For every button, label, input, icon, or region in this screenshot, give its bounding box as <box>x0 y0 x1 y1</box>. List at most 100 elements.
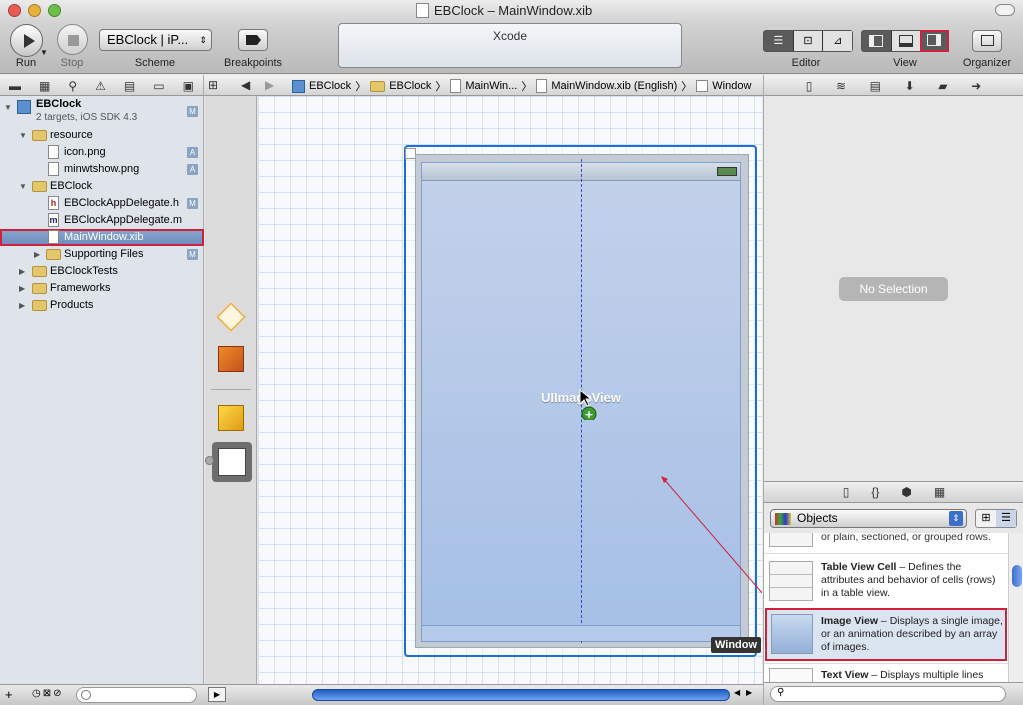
first-responder-icon[interactable] <box>218 346 244 372</box>
log-navigator-icon[interactable]: ▣ <box>183 79 194 93</box>
library-search-field[interactable]: ⚲ <box>770 686 1006 702</box>
breadcrumb-window[interactable]: Window <box>712 80 751 92</box>
breakpoint-navigator-icon[interactable]: ▭ <box>153 79 164 93</box>
image-file-icon <box>48 162 59 176</box>
scheme-popup[interactable]: EBClock | iP... ⇕ <box>99 29 212 51</box>
version-editor-button[interactable]: ⊿ <box>823 31 853 51</box>
breadcrumb-group[interactable]: EBClock <box>389 80 431 92</box>
xib-file-icon <box>416 3 429 18</box>
disclosure-closed-icon[interactable]: ▶ <box>19 263 25 280</box>
attributes-inspector-icon[interactable]: ⬇ <box>905 79 915 93</box>
window-icon <box>696 80 709 92</box>
add-icon[interactable]: + <box>5 687 13 702</box>
file-templates-icon[interactable]: ▯ <box>843 485 850 499</box>
assistant-editor-button[interactable]: ⊡ <box>793 31 824 51</box>
forward-arrow-icon[interactable]: ▶ <box>265 78 274 92</box>
nav-item-frameworks[interactable]: ▶ Frameworks <box>0 280 204 297</box>
library-popup[interactable]: Objects ⇕ <box>770 509 967 528</box>
nav-item-ebclocktests[interactable]: ▶ EBClockTests <box>0 263 204 280</box>
library-item-title: Image View <box>821 615 879 627</box>
organizer-button[interactable] <box>972 30 1002 52</box>
nav-item-minwtshow-png[interactable]: minwtshow.png A <box>0 161 204 178</box>
library-view-mode-control: ⊞ ☰ <box>975 509 1017 528</box>
breakpoints-button[interactable] <box>238 29 268 51</box>
run-dropdown-icon[interactable]: ▼ <box>40 48 48 57</box>
toolbar-toggle-button[interactable] <box>995 4 1015 16</box>
edited-files-icon[interactable]: ⊘ <box>53 688 63 699</box>
horizontal-scroll-thumb[interactable] <box>312 689 730 701</box>
scroll-left-icon[interactable]: ◀ <box>734 688 740 697</box>
folder-icon <box>32 283 47 294</box>
disclosure-open-icon[interactable]: ▼ <box>19 127 27 144</box>
scroll-right-icon[interactable]: ▶ <box>746 688 752 697</box>
debug-navigator-icon[interactable]: ▤ <box>124 79 135 93</box>
breakpoint-icon <box>246 35 261 45</box>
identity-inspector-icon[interactable]: ▤ <box>870 79 881 93</box>
stop-button[interactable] <box>57 24 88 55</box>
object-library-icon[interactable]: ⬢ <box>901 485 911 499</box>
nav-item-icon-png[interactable]: icon.png A <box>0 144 204 161</box>
nav-item-mainwindow-xib[interactable]: MainWindow.xib <box>0 229 204 246</box>
nav-item-supporting-files[interactable]: ▶ Supporting Files M <box>0 246 204 263</box>
breadcrumb-separator-icon: 〉 <box>681 81 693 93</box>
library-item-image-view[interactable]: Image View – Displays a single image, or… <box>765 608 1007 661</box>
back-arrow-icon[interactable]: ◀ <box>241 78 250 92</box>
nav-item-appdelegate-m[interactable]: m EBClockAppDelegate.m <box>0 212 204 229</box>
list-view-button[interactable]: ☰ <box>996 510 1016 527</box>
disclosure-closed-icon[interactable]: ▶ <box>34 246 40 263</box>
library-scroll-thumb[interactable] <box>1012 565 1022 587</box>
files-owner-icon[interactable] <box>216 302 246 332</box>
run-button[interactable] <box>10 24 43 57</box>
debug-area-toggle-button[interactable] <box>892 31 922 51</box>
file-inspector-icon[interactable]: ▯ <box>806 79 813 93</box>
breadcrumb-project[interactable]: EBClock <box>309 80 351 92</box>
library-scrollbar[interactable] <box>1008 533 1023 682</box>
zoom-window-button[interactable] <box>48 4 61 17</box>
close-window-button[interactable] <box>8 4 21 17</box>
breadcrumb-localization[interactable]: MainWindow.xib (English) <box>551 80 677 92</box>
disclosure-open-icon[interactable]: ▼ <box>4 99 12 116</box>
nav-item-resource[interactable]: ▼ resource <box>0 127 204 144</box>
issue-navigator-icon[interactable]: ⚠ <box>95 79 106 93</box>
editor-segmented-control: ☰ ⊡ ⊿ <box>763 30 853 52</box>
code-snippets-icon[interactable]: {} <box>871 485 879 499</box>
search-navigator-icon[interactable]: ⚲ <box>68 79 77 93</box>
disclosure-open-icon[interactable]: ▼ <box>19 178 27 195</box>
organizer-label: Organizer <box>962 57 1012 69</box>
breadcrumb-file[interactable]: MainWin... <box>465 80 517 92</box>
nav-item-ebclock-group[interactable]: ▼ EBClock <box>0 178 204 195</box>
breadcrumb-separator-icon: 〉 <box>435 81 447 93</box>
unsaved-files-icon[interactable]: ⊠ <box>43 688 53 699</box>
title-bar: EBClock – MainWindow.xib <box>0 0 1023 22</box>
nav-item-appdelegate-h[interactable]: h EBClockAppDelegate.h M <box>0 195 204 212</box>
project-row[interactable]: ▼ EBClock 2 targets, iOS SDK 4.3 M <box>0 97 204 127</box>
media-library-icon[interactable]: ▦ <box>934 485 945 499</box>
image-view-icon <box>771 614 813 654</box>
dock-expand-icon[interactable] <box>205 456 214 465</box>
library-item-text-view[interactable]: Text View – Displays multiple lines <box>764 663 1008 682</box>
folder-icon <box>46 249 61 260</box>
size-inspector-icon[interactable]: ▰ <box>938 79 947 93</box>
app-delegate-icon[interactable] <box>218 405 244 431</box>
minimize-window-button[interactable] <box>28 4 41 17</box>
related-items-icon[interactable]: ⊞ <box>208 78 218 92</box>
nav-item-products[interactable]: ▶ Products <box>0 297 204 314</box>
standard-editor-button[interactable]: ☰ <box>764 31 794 51</box>
symbol-navigator-icon[interactable]: ▦ <box>39 79 50 93</box>
left-panel-icon <box>869 35 883 47</box>
utilities-toggle-button[interactable] <box>920 30 950 52</box>
navigator-toggle-button[interactable] <box>862 31 892 51</box>
disclosure-closed-icon[interactable]: ▶ <box>19 280 25 297</box>
inspector-selector-bar: ▯ ≋ ▤ ⬇ ▰ ➜ <box>763 75 1023 96</box>
dock-toggle-button[interactable]: ▶ <box>208 687 226 702</box>
window-object-icon[interactable] <box>212 442 252 482</box>
connections-inspector-icon[interactable]: ➜ <box>971 79 981 93</box>
icon-view-button[interactable]: ⊞ <box>976 510 996 527</box>
recent-files-icon[interactable]: ◷ <box>32 688 43 699</box>
scheme-label: Scheme <box>134 57 176 69</box>
project-navigator-icon[interactable]: ▬ <box>9 79 21 93</box>
disclosure-closed-icon[interactable]: ▶ <box>19 297 25 314</box>
quick-help-icon[interactable]: ≋ <box>836 79 846 93</box>
library-item-table-view-cell[interactable]: Table View Cell – Defines the attributes… <box>764 553 1008 606</box>
navigator-filter-field[interactable] <box>76 687 197 703</box>
